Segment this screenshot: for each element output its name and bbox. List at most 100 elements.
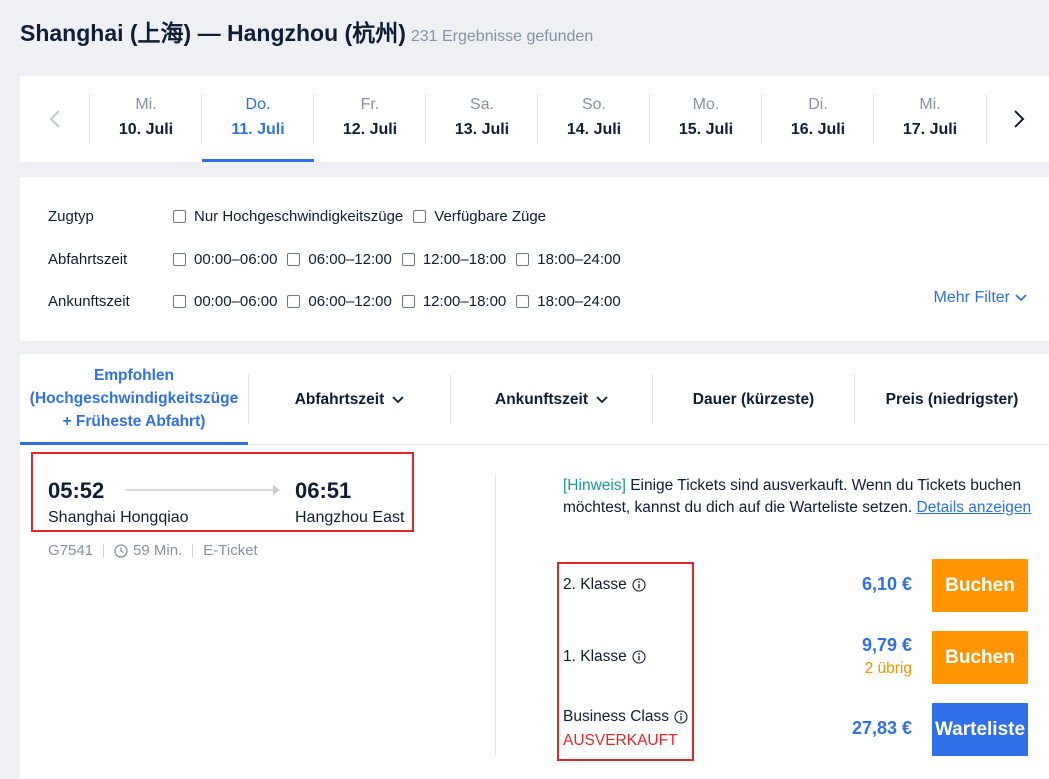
seat-class-first: 1. Klasse (563, 648, 646, 666)
date-weekday: Mi. (919, 96, 941, 113)
filter-option-departure-0[interactable]: 00:00–06:00 (173, 251, 277, 268)
class-name: Business Class (563, 708, 669, 725)
sort-price-tab[interactable]: Preis (niedrigster) (855, 354, 1049, 445)
date-tab[interactable]: So. 14. Juli (538, 94, 650, 162)
checkbox[interactable] (413, 209, 427, 223)
date-day: 10. Juli (118, 121, 174, 138)
results-panel: Empfohlen (Hochgeschwindigkeitszüge + Fr… (20, 354, 1049, 779)
filter-option-arrival-3[interactable]: 18:00–24:00 (516, 293, 621, 310)
date-tab[interactable]: Mi. 17. Juli (874, 94, 986, 162)
filter-label: Ankunftszeit (48, 292, 130, 310)
filter-row-arrival: Ankunftszeit 00:00–06:00 06:00–12:00 12:… (48, 290, 631, 312)
option-label: 12:00–18:00 (422, 250, 507, 268)
page-header: Shanghai (上海) — Hangzhou (杭州) 231 Ergebn… (20, 14, 593, 46)
chevron-down-icon (1015, 294, 1027, 302)
divider (495, 474, 496, 756)
more-filters-link[interactable]: Mehr Filter (934, 289, 1027, 307)
date-selector: Mi. 10. Juli Do. 11. Juli Fr. 12. Juli S… (20, 76, 1049, 162)
book-second-class-button[interactable]: Buchen (932, 559, 1028, 612)
date-tab[interactable]: Sa. 13. Juli (426, 94, 538, 162)
date-day: 15. Juli (678, 121, 734, 138)
date-day: 14. Juli (566, 121, 622, 138)
date-weekday: So. (581, 96, 606, 113)
sold-out-status: AUSVERKAUFT (563, 732, 678, 749)
sort-duration-tab[interactable]: Dauer (kürzeste) (653, 354, 854, 445)
sort-label: Empfohlen (93, 366, 175, 384)
chevron-right-icon (1014, 110, 1025, 128)
checkbox[interactable] (401, 294, 415, 308)
class-name: 2. Klasse (563, 576, 627, 593)
sort-bar: Empfohlen (Hochgeschwindigkeitszüge + Fr… (20, 354, 1049, 445)
option-label: 00:00–06:00 (194, 292, 278, 310)
option-label: Verfügbare Züge (434, 207, 547, 225)
date-day: 13. Juli (454, 121, 510, 138)
previous-dates-button[interactable] (20, 76, 90, 162)
sort-label: + Früheste Abfahrt) (62, 412, 206, 430)
date-tab[interactable]: Di. 16. Juli (762, 94, 874, 162)
option-label: 18:00–24:00 (537, 250, 621, 268)
option-label: 12:00–18:00 (422, 292, 507, 310)
checkbox[interactable] (173, 294, 186, 308)
date-tab[interactable]: Fr. 12. Juli (314, 94, 426, 162)
info-icon[interactable] (632, 650, 646, 664)
filter-option-arrival-2[interactable]: 12:00–18:00 (401, 292, 507, 310)
date-weekday: Di. (808, 96, 828, 113)
checkbox[interactable] (173, 209, 186, 223)
checkbox[interactable] (516, 294, 530, 308)
option-label: Nur Hochgeschwindigkeitszüge (194, 207, 404, 225)
departure-time: 05:52 (48, 478, 105, 503)
results-count: 231 Ergebnisse gefunden (410, 28, 594, 45)
date-tab[interactable]: Mi. 10. Juli (90, 94, 202, 162)
sort-departure-tab[interactable]: Abfahrtszeit (249, 354, 450, 445)
date-tab[interactable]: Mo. 15. Juli (650, 94, 762, 162)
filter-option-available[interactable]: Verfügbare Züge (413, 208, 546, 225)
checkbox[interactable] (173, 252, 186, 266)
next-dates-button[interactable] (989, 76, 1049, 162)
filter-option-arrival-0[interactable]: 00:00–06:00 (173, 293, 277, 310)
price-business-class: 27,83 € (851, 718, 912, 738)
option-label: 06:00–12:00 (308, 250, 392, 268)
filter-option-high-speed[interactable]: Nur Hochgeschwindigkeitszüge (173, 208, 403, 225)
filter-label: Abfahrtszeit (48, 250, 128, 268)
option-label: 06:00–12:00 (308, 292, 392, 310)
date-weekday: Mo. (692, 96, 720, 113)
filter-option-departure-3[interactable]: 18:00–24:00 (516, 250, 621, 268)
checkbox[interactable] (516, 252, 530, 266)
checkbox[interactable] (287, 294, 301, 308)
filter-label: Zugtyp (48, 207, 94, 225)
filter-option-departure-2[interactable]: 12:00–18:00 (401, 250, 507, 268)
date-weekday: Do. (245, 96, 271, 113)
sort-label: Dauer (kürzeste) (692, 390, 815, 408)
book-first-class-button[interactable]: Buchen (932, 631, 1028, 684)
date-tab-selected[interactable]: Do. 11. Juli (202, 94, 314, 162)
filter-option-arrival-1[interactable]: 06:00–12:00 (287, 292, 392, 310)
option-label: 00:00–06:00 (194, 250, 278, 268)
filter-panel: Zugtyp Nur Hochgeschwindigkeitszüge Verf… (20, 177, 1049, 341)
sort-arrival-tab[interactable]: Ankunftszeit (451, 354, 652, 445)
chevron-down-icon (392, 395, 404, 403)
ticket-type: E-Ticket (203, 542, 258, 559)
date-weekday: Sa. (469, 96, 494, 113)
seats-remaining: 2 übrig (864, 660, 912, 677)
clock-icon (114, 543, 128, 558)
arrival-station: Hangzhou East (295, 509, 405, 526)
checkbox[interactable] (287, 252, 301, 266)
sort-recommended-tab[interactable]: Empfohlen (Hochgeschwindigkeitszüge + Fr… (20, 354, 248, 445)
more-filters-label: Mehr Filter (933, 289, 1010, 306)
class-name: 1. Klasse (563, 648, 627, 665)
waitlist-notice: [Hinweis] Einige Tickets sind ausverkauf… (563, 475, 1033, 518)
train-meta: G7541 59 Min. E-Ticket (48, 542, 258, 559)
filter-row-departure: Abfahrtszeit 00:00–06:00 06:00–12:00 12:… (48, 248, 631, 270)
info-icon[interactable] (674, 710, 688, 724)
checkbox[interactable] (401, 252, 415, 266)
sort-label: Abfahrtszeit (294, 390, 385, 408)
date-day: 11. Juli (231, 121, 285, 138)
notice-tag: [Hinweis] (563, 477, 626, 494)
filter-option-departure-1[interactable]: 06:00–12:00 (287, 250, 392, 268)
details-link[interactable]: Details anzeigen (917, 499, 1032, 516)
info-icon[interactable] (632, 578, 646, 592)
waitlist-button[interactable]: Warteliste (932, 703, 1028, 756)
sort-label: Ankunftszeit (495, 390, 588, 408)
date-weekday: Mi. (135, 96, 157, 113)
seat-class-business: Business Class (563, 708, 688, 726)
